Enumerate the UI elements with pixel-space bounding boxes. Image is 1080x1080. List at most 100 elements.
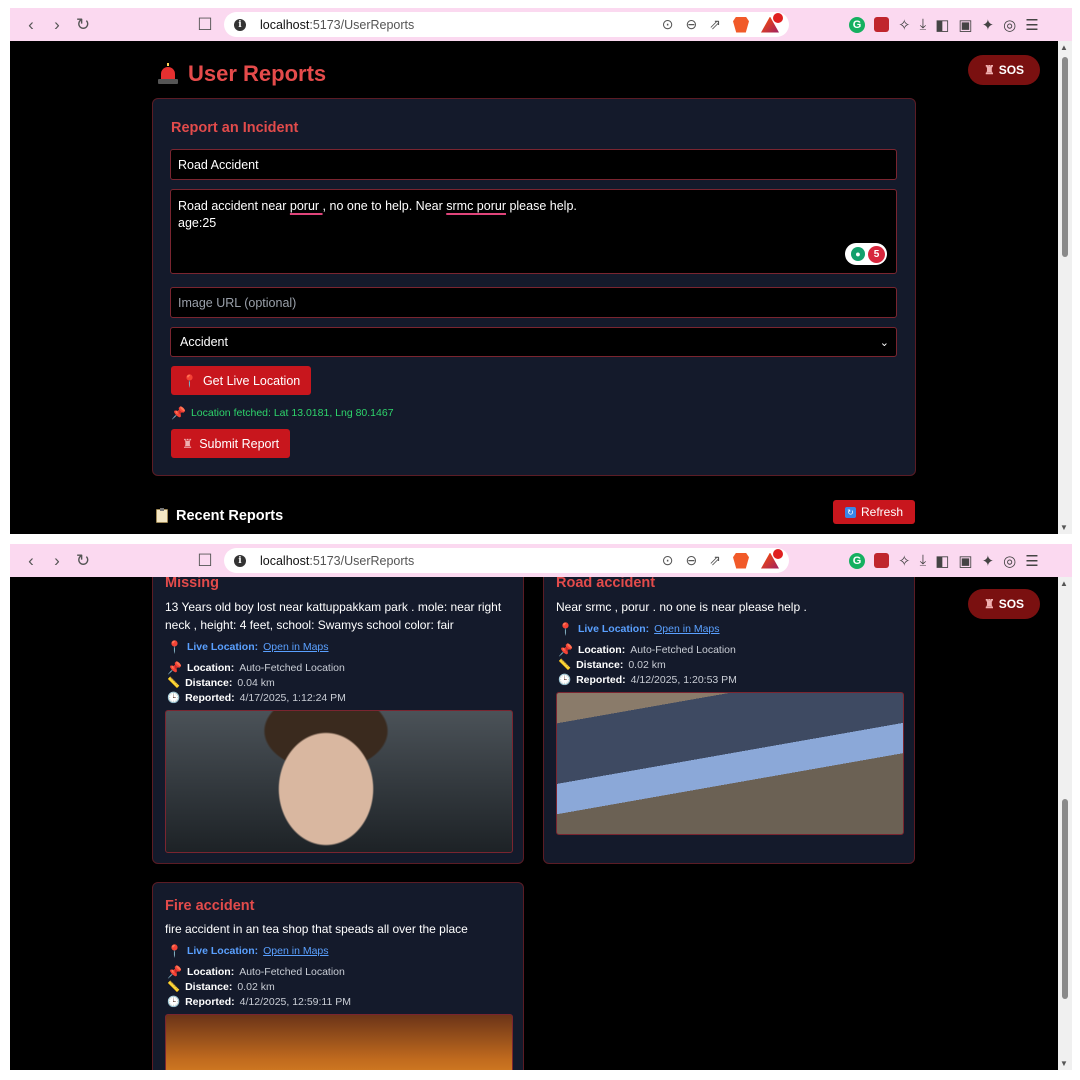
address-bar[interactable]: i localhost:5173/UserReports ⊙ ⊖ ⇗ bbox=[224, 12, 789, 37]
site-info-icon[interactable]: i bbox=[234, 18, 246, 31]
scrollbar[interactable]: ▲ ▼ bbox=[1058, 41, 1072, 534]
reported-row: 🕒 Reported: 4/17/2025, 1:12:24 PM bbox=[167, 691, 346, 705]
live-location-row: 📍 Live Location: Open in Maps bbox=[167, 944, 329, 958]
menu-icon[interactable]: ☰ bbox=[1025, 16, 1038, 34]
live-location-row: 📍 Live Location: Open in Maps bbox=[558, 622, 720, 636]
scroll-thumb[interactable] bbox=[1062, 57, 1068, 257]
category-select[interactable]: Accident ⌄ bbox=[170, 327, 897, 357]
browser-toolbar: ‹ › ↻ ☐ i localhost:5173/UserReports ⊙ ⊖… bbox=[10, 544, 1072, 577]
recent-reports-heading: Recent Reports bbox=[156, 508, 283, 524]
submit-report-label: Submit Report bbox=[199, 436, 280, 451]
clock-icon: 🕒 bbox=[167, 692, 181, 704]
location-icon[interactable]: ⊙ bbox=[662, 552, 674, 569]
open-in-maps-link[interactable]: Open in Maps bbox=[263, 641, 328, 653]
extensions-puzzle-icon[interactable]: ✧ bbox=[898, 16, 911, 34]
location-fetched-status: 📌 Location fetched: Lat 13.0181, Lng 80.… bbox=[171, 406, 394, 420]
brave-shields-icon[interactable] bbox=[733, 552, 749, 569]
back-icon[interactable]: ‹ bbox=[20, 14, 42, 36]
extension-icon[interactable] bbox=[874, 17, 889, 32]
wallet-icon[interactable]: ▣ bbox=[958, 16, 972, 34]
report-description: 13 Years old boy lost near kattuppakkam … bbox=[165, 600, 502, 632]
incident-title-input[interactable]: Road Accident bbox=[170, 149, 897, 180]
download-icon[interactable]: ⤓ bbox=[920, 552, 927, 569]
submit-report-button[interactable]: ♜ Submit Report bbox=[171, 429, 291, 458]
extension-icon[interactable] bbox=[874, 553, 889, 568]
sos-label: SOS bbox=[998, 63, 1025, 77]
leo-ai-icon[interactable]: ✦ bbox=[982, 16, 995, 34]
url-path: :5173/UserReports bbox=[309, 553, 415, 568]
category-selected: Accident bbox=[180, 335, 228, 349]
sos-button[interactable]: ♜ SOS bbox=[968, 55, 1040, 85]
vpn-icon[interactable]: ◎ bbox=[1003, 16, 1016, 34]
sos-button[interactable]: ♜ SOS bbox=[968, 589, 1040, 619]
sidebar-icon[interactable]: ◧ bbox=[935, 16, 949, 34]
scroll-up-icon[interactable]: ▲ bbox=[1060, 43, 1068, 52]
siren-icon: ♜ bbox=[983, 63, 995, 77]
page-title-text: User Reports bbox=[188, 61, 327, 86]
browser-window-top: ‹ › ↻ ☐ i localhost:5173/UserReports ⊙ ⊖… bbox=[10, 8, 1072, 534]
scroll-up-icon[interactable]: ▲ bbox=[1060, 579, 1068, 588]
refresh-button[interactable]: ↻ Refresh bbox=[833, 500, 915, 524]
wallet-icon[interactable]: ▣ bbox=[958, 552, 972, 570]
page-content: ♜ SOS User Reports Report an Incident Ro… bbox=[10, 41, 1058, 534]
url-path: :5173/UserReports bbox=[309, 17, 415, 32]
distance-row: 📏 Distance: 0.02 km bbox=[167, 980, 275, 994]
brave-rewards-icon[interactable] bbox=[761, 12, 783, 33]
download-icon[interactable]: ⤓ bbox=[920, 16, 927, 33]
site-info-icon[interactable]: i bbox=[234, 554, 246, 567]
grammarly-extension-icon[interactable]: G bbox=[849, 552, 865, 569]
pushpin-icon: 📌 bbox=[167, 661, 182, 675]
grammarly-extension-icon[interactable]: G bbox=[849, 16, 865, 33]
report-card: Fire accident fire accident in an tea sh… bbox=[152, 882, 524, 1070]
report-title: Missing bbox=[165, 577, 219, 591]
open-in-maps-link[interactable]: Open in Maps bbox=[654, 623, 719, 635]
scrollbar[interactable]: ▲ ▼ bbox=[1058, 577, 1072, 1070]
clipboard-icon bbox=[156, 508, 168, 523]
vpn-icon[interactable]: ◎ bbox=[1003, 552, 1016, 570]
leo-ai-icon[interactable]: ✦ bbox=[982, 552, 995, 570]
zoom-icon[interactable]: ⊖ bbox=[686, 16, 698, 33]
brave-shields-icon[interactable] bbox=[733, 16, 749, 33]
reload-icon[interactable]: ↻ bbox=[72, 550, 94, 572]
extensions-puzzle-icon[interactable]: ✧ bbox=[898, 552, 911, 570]
zoom-icon[interactable]: ⊖ bbox=[686, 552, 698, 569]
image-url-input[interactable]: Image URL (optional) bbox=[170, 287, 897, 318]
scroll-down-icon[interactable]: ▼ bbox=[1060, 523, 1068, 532]
grammarly-count: 5 bbox=[868, 245, 885, 263]
chevron-down-icon: ⌄ bbox=[879, 336, 889, 349]
clock-icon: 🕒 bbox=[558, 674, 572, 686]
scroll-thumb[interactable] bbox=[1062, 799, 1068, 999]
sidebar-icon[interactable]: ◧ bbox=[935, 552, 949, 570]
report-title: Fire accident bbox=[165, 898, 255, 914]
share-icon[interactable]: ⇗ bbox=[709, 16, 721, 33]
share-icon[interactable]: ⇗ bbox=[709, 552, 721, 569]
siren-icon: ♜ bbox=[182, 437, 194, 451]
report-image bbox=[165, 710, 513, 853]
get-live-location-button[interactable]: 📍 Get Live Location bbox=[171, 366, 312, 395]
siren-icon: ♜ bbox=[983, 597, 995, 611]
refresh-label: Refresh bbox=[860, 505, 904, 519]
brave-rewards-icon[interactable] bbox=[761, 548, 783, 569]
reported-row: 🕒 Reported: 4/12/2025, 1:20:53 PM bbox=[558, 673, 737, 687]
back-icon[interactable]: ‹ bbox=[20, 550, 42, 572]
scroll-down-icon[interactable]: ▼ bbox=[1060, 1059, 1068, 1068]
reload-icon[interactable]: ↻ bbox=[72, 14, 94, 36]
page-title: User Reports bbox=[158, 61, 326, 87]
incident-title-value: Road Accident bbox=[178, 157, 259, 172]
address-bar[interactable]: i localhost:5173/UserReports ⊙ ⊖ ⇗ bbox=[224, 548, 789, 573]
lightbulb-icon: ● bbox=[851, 247, 865, 261]
menu-icon[interactable]: ☰ bbox=[1025, 552, 1038, 570]
pushpin-icon: 📌 bbox=[167, 965, 182, 979]
url-host: localhost bbox=[260, 553, 310, 568]
open-in-maps-link[interactable]: Open in Maps bbox=[263, 945, 328, 957]
image-url-placeholder: Image URL (optional) bbox=[178, 295, 297, 310]
forward-icon[interactable]: › bbox=[46, 14, 68, 36]
bookmark-icon[interactable]: ☐ bbox=[194, 14, 216, 36]
forward-icon[interactable]: › bbox=[46, 550, 68, 572]
pin-icon: 📍 bbox=[167, 944, 182, 958]
description-textarea[interactable]: Road accident near porur , no one to hel… bbox=[170, 189, 897, 274]
grammarly-widget[interactable]: ● 5 bbox=[845, 243, 887, 265]
sos-label: SOS bbox=[998, 597, 1025, 611]
bookmark-icon[interactable]: ☐ bbox=[194, 550, 216, 572]
location-icon[interactable]: ⊙ bbox=[662, 16, 674, 33]
